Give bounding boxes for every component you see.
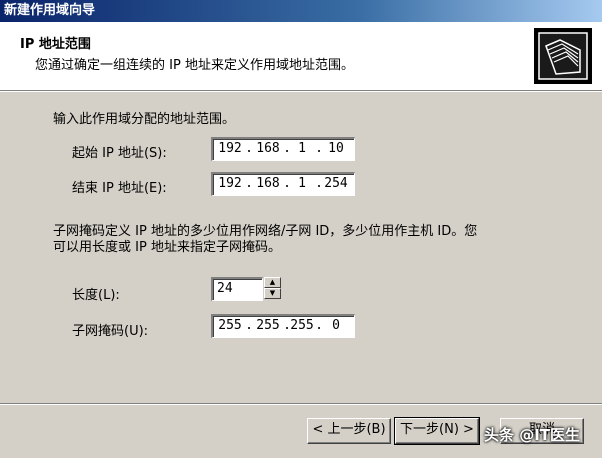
start-ip-octet-3[interactable]: 1 xyxy=(285,139,319,159)
end-ip-label: 结束 IP 地址(E): xyxy=(72,181,167,196)
subnet-mask-label: 子网掩码(U): xyxy=(72,324,149,339)
start-ip-octet-4[interactable]: 10 xyxy=(319,139,353,159)
folders-icon xyxy=(534,28,592,84)
length-label: 长度(L): xyxy=(72,288,120,303)
mask-octet-4[interactable]: 0 xyxy=(319,316,353,336)
start-ip-field[interactable]: 192 . 168 . 1 . 10 xyxy=(211,137,355,161)
end-ip-octet-2[interactable]: 168 xyxy=(251,174,285,194)
start-ip-octet-2[interactable]: 168 xyxy=(251,139,285,159)
mask-description-line2: 可以用长度或 IP 地址来指定子网掩码。 xyxy=(53,240,281,255)
range-prompt: 输入此作用域分配的地址范围。 xyxy=(53,112,236,127)
start-ip-octet-1[interactable]: 192 xyxy=(213,139,247,159)
spin-up-button[interactable]: ▲ xyxy=(264,277,281,288)
spin-down-button[interactable]: ▼ xyxy=(264,288,281,299)
window-title-bar[interactable]: 新建作用域向导 xyxy=(0,0,602,22)
back-button[interactable]: < 上一步(B) xyxy=(307,418,391,444)
watermark-text: 头条 @IT医生 xyxy=(484,426,581,444)
next-button[interactable]: 下一步(N) > xyxy=(394,417,480,445)
end-ip-octet-3[interactable]: 1 xyxy=(285,174,319,194)
length-input[interactable]: 24 xyxy=(211,277,263,301)
mask-octet-1[interactable]: 255 xyxy=(213,316,247,336)
length-value: 24 xyxy=(217,281,233,296)
page-title: IP 地址范围 xyxy=(20,37,91,52)
mask-octet-3[interactable]: 255 xyxy=(285,316,319,336)
window-title: 新建作用域向导 xyxy=(4,3,96,18)
footer-divider-highlight xyxy=(0,404,602,405)
end-ip-octet-1[interactable]: 192 xyxy=(213,174,247,194)
wizard-header: IP 地址范围 您通过确定一组连续的 IP 地址来定义作用域地址范围。 xyxy=(0,22,602,91)
end-ip-octet-4[interactable]: 254 xyxy=(319,174,353,194)
start-ip-label: 起始 IP 地址(S): xyxy=(72,146,167,161)
header-divider xyxy=(0,91,602,92)
end-ip-field[interactable]: 192 . 168 . 1 . 254 xyxy=(211,172,355,196)
page-subtitle: 您通过确定一组连续的 IP 地址来定义作用域地址范围。 xyxy=(35,58,354,73)
mask-octet-2[interactable]: 255 xyxy=(251,316,285,336)
subnet-mask-field[interactable]: 255 . 255 . 255 . 0 xyxy=(211,314,355,338)
length-spinner[interactable]: ▲ ▼ xyxy=(263,277,282,301)
